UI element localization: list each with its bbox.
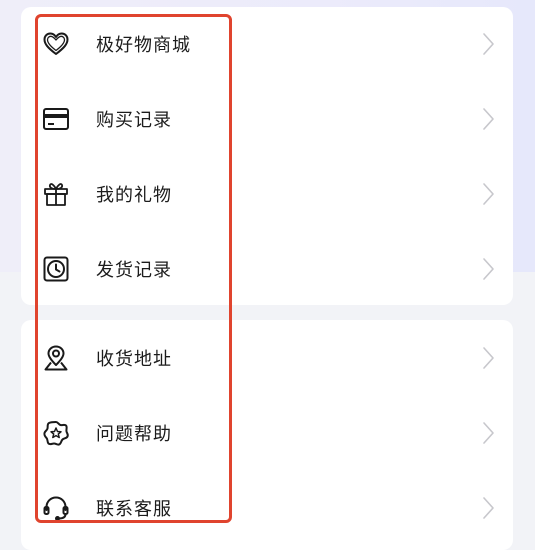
chevron-right-icon xyxy=(477,181,497,207)
menu-item-shipping-records[interactable]: 发货记录 xyxy=(21,239,513,299)
menu-item-contact-support[interactable]: 联系客服 xyxy=(21,478,513,538)
menu-item-purchase-records[interactable]: 购买记录 xyxy=(21,89,513,149)
chevron-right-icon xyxy=(477,420,497,446)
gift-icon xyxy=(41,179,71,209)
location-pin-icon xyxy=(41,343,71,373)
menu-item-mall[interactable]: 极好物商城 xyxy=(21,14,513,74)
menu-item-label: 发货记录 xyxy=(96,260,172,281)
heart-icon xyxy=(41,29,71,59)
menu-item-my-gifts[interactable]: 我的礼物 xyxy=(21,164,513,224)
menu-item-help[interactable]: 问题帮助 xyxy=(21,403,513,463)
chevron-right-icon xyxy=(477,31,497,57)
chevron-right-icon xyxy=(477,106,497,132)
menu-item-label: 购买记录 xyxy=(96,110,172,131)
menu-card-secondary: 收货地址 问题帮助 联系客服 xyxy=(21,320,513,550)
menu-item-label: 收货地址 xyxy=(96,349,172,370)
star-badge-icon xyxy=(41,418,71,448)
menu-item-label: 联系客服 xyxy=(96,499,172,520)
headset-icon xyxy=(41,493,71,523)
menu-item-label: 问题帮助 xyxy=(96,424,172,445)
clock-icon xyxy=(41,254,71,284)
menu-card-primary: 极好物商城 购买记录 我的礼物 发货记录 xyxy=(21,7,513,305)
credit-card-icon xyxy=(41,104,71,134)
chevron-right-icon xyxy=(477,256,497,282)
chevron-right-icon xyxy=(477,345,497,371)
chevron-right-icon xyxy=(477,495,497,521)
menu-item-label: 我的礼物 xyxy=(96,185,172,206)
menu-item-shipping-address[interactable]: 收货地址 xyxy=(21,328,513,388)
menu-item-label: 极好物商城 xyxy=(96,35,191,56)
